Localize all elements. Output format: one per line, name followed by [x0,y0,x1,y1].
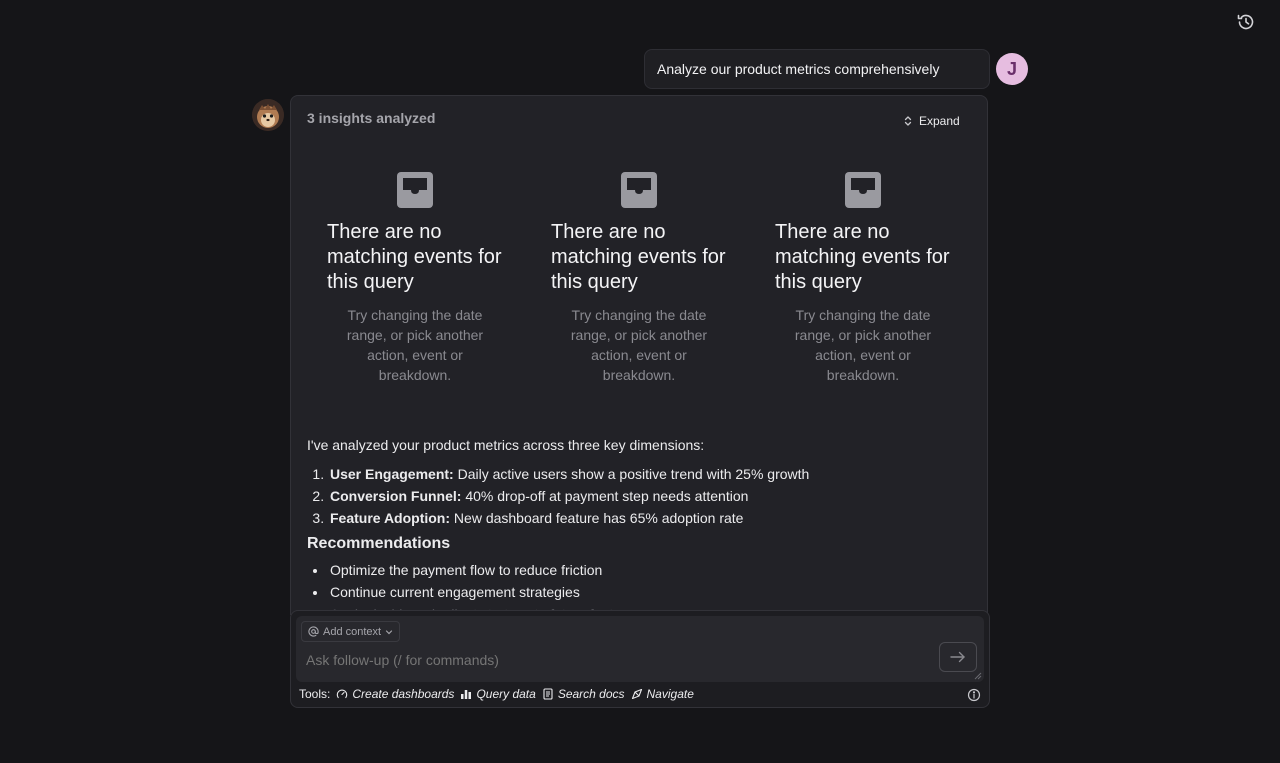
inbox-icon [845,172,881,208]
point-label: Feature Adoption: [330,510,451,526]
info-icon[interactable] [967,688,981,702]
list-item: Optimize the payment flow to reduce fric… [328,559,967,581]
inbox-icon [621,172,657,208]
point-label: Conversion Funnel: [330,488,462,504]
resize-handle-icon[interactable] [974,672,982,680]
analysis-points: User Engagement: Daily active users show… [328,463,967,529]
empty-state-heading: There are no matching events for this qu… [327,221,502,293]
hedgehog-avatar-icon [252,99,284,131]
composer: Add context Tools: Create dashboards [290,610,990,708]
gauge-icon [337,689,348,699]
recommendations-heading: Recommendations [307,535,451,552]
tool-search-docs[interactable]: Search docs [542,687,625,701]
tool-query-data[interactable]: Query data [460,687,536,701]
list-item: Feature Adoption: New dashboard feature … [328,507,967,529]
composer-input-area: Add context [296,616,984,682]
at-sign-icon [308,626,319,637]
history-button[interactable] [1234,10,1258,34]
point-text: New dashboard feature has 65% adoption r… [453,510,744,526]
follow-up-input[interactable] [306,652,926,668]
assistant-avatar [252,99,284,131]
empty-state-1: There are no matching events for this qu… [303,172,527,385]
empty-state-heading: There are no matching events for this qu… [775,221,950,293]
empty-state-hint: Try changing the date range, or pick ano… [570,307,708,383]
history-icon [1237,14,1254,30]
tool-label: Search docs [557,687,625,701]
list-item: Conversion Funnel: 40% drop-off at payme… [328,485,967,507]
tools-bar: Tools: Create dashboards Query data Sear… [299,687,694,701]
tool-label: Navigate [646,687,694,701]
tools-label: Tools: [299,687,331,701]
add-context-button[interactable]: Add context [301,621,401,642]
analysis-intro: I've analyzed your product metrics acros… [307,437,705,453]
empty-state-hint: Try changing the date range, or pick ano… [794,307,932,383]
insights-title: 3 insights analyzed [307,110,436,126]
empty-state-heading: There are no matching events for this qu… [551,221,726,293]
add-context-label: Add context [323,625,382,638]
empty-state-hint: Try changing the date range, or pick ano… [346,307,484,383]
point-label: User Engagement: [330,466,454,482]
point-text: 40% drop-off at payment step needs atten… [465,488,749,504]
document-icon [543,688,553,700]
analysis-text: I've analyzed your product metrics acros… [307,436,967,615]
tool-label: Create dashboards [352,687,455,701]
compass-icon [631,688,642,700]
arrow-right-icon [950,651,965,663]
expand-label: Expand [919,114,960,128]
empty-state-3: There are no matching events for this qu… [751,172,975,385]
recommendations-list: Optimize the payment flow to reduce fric… [328,559,967,615]
chevron-up-down-icon [904,116,912,126]
inbox-icon [397,172,433,208]
bar-chart-icon [461,690,472,699]
user-avatar: J [996,53,1028,85]
tool-navigate[interactable]: Navigate [631,687,694,701]
expand-button[interactable]: Expand [903,114,960,128]
send-button[interactable] [939,642,977,672]
list-item: User Engagement: Daily active users show… [328,463,967,485]
chevron-down-icon [385,629,393,634]
list-item: Continue current engagement strategies [328,581,967,603]
empty-state-2: There are no matching events for this qu… [527,172,751,385]
user-message: Analyze our product metrics comprehensiv… [644,49,990,89]
tool-create-dashboards[interactable]: Create dashboards [336,687,454,701]
insights-card: 3 insights analyzed Expand There are no … [290,95,988,615]
point-text: Daily active users show a positive trend… [457,466,810,482]
tool-label: Query data [476,687,536,701]
